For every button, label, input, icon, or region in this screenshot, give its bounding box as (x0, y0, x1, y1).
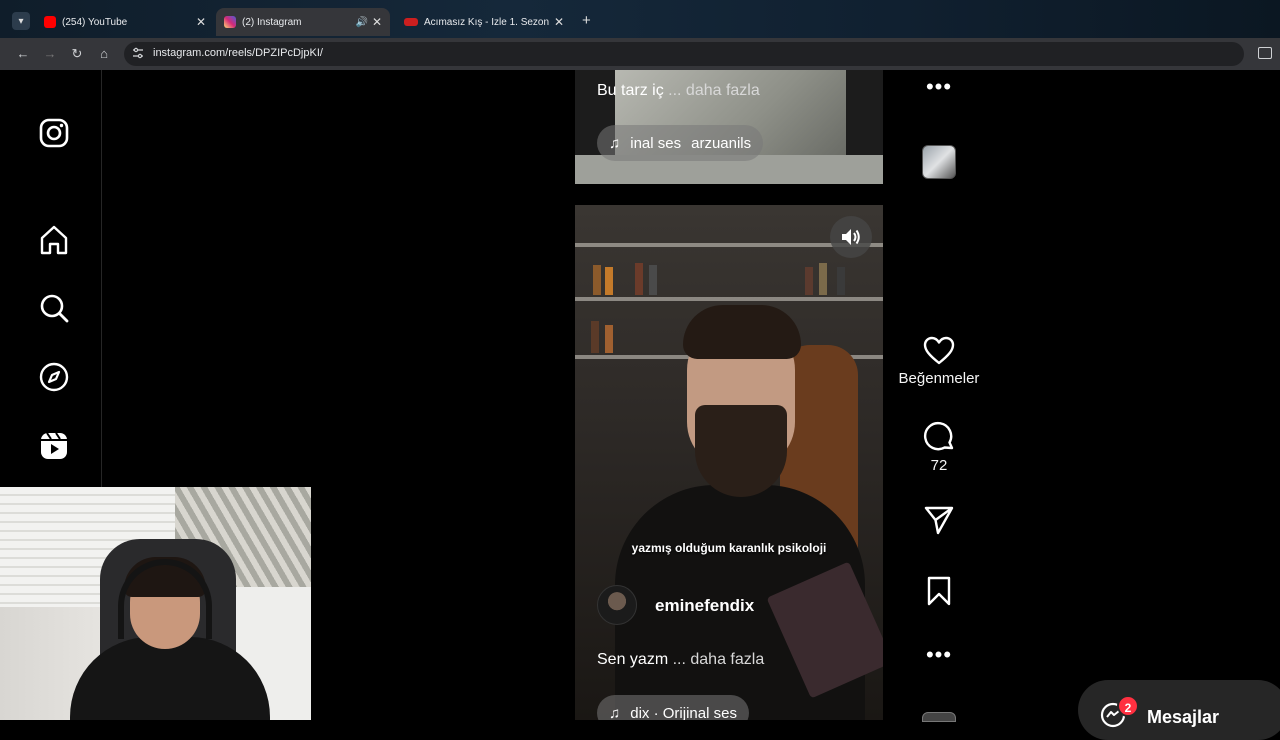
cast-icon[interactable] (1258, 47, 1272, 59)
tab-youtube[interactable]: (254) YouTube ✕ (36, 8, 214, 36)
comment-icon (923, 421, 954, 451)
home-icon[interactable] (38, 224, 70, 256)
tab-title: (254) YouTube (62, 16, 128, 28)
reel-video[interactable] (575, 205, 883, 720)
close-icon[interactable]: ✕ (372, 15, 382, 29)
back-icon[interactable]: ← (15, 46, 31, 61)
search-icon[interactable] (38, 292, 70, 324)
webcam-overlay (0, 487, 311, 720)
audio-pill[interactable]: ♫ inal ses arzuanils (597, 125, 764, 161)
address-bar[interactable]: instagram.com/reels/DPZIPcDjpKI/ (124, 42, 1244, 66)
reel-caption[interactable]: Sen yazm ... daha fazla (597, 651, 764, 669)
tv-icon (404, 18, 418, 26)
explore-icon[interactable] (38, 361, 70, 393)
messages-label: Mesajlar (1147, 707, 1220, 727)
reload-icon[interactable]: ↻ (69, 46, 85, 62)
heart-icon (923, 336, 955, 365)
tab-title: Acımasız Kış - İzle 1. Sezon 2. B (424, 16, 552, 28)
audio-pill[interactable]: ♫ dix · Orijinal ses (597, 695, 749, 720)
close-icon[interactable]: ✕ (196, 15, 206, 29)
browser-tab-bar: ▾ (254) YouTube ✕ (2) Instagram 🔊 ✕ Acım… (0, 0, 1280, 38)
like-label: Beğenmeler (898, 370, 980, 387)
comment-count: 72 (930, 457, 948, 474)
person-beard (695, 405, 787, 497)
send-icon (924, 506, 954, 535)
more-link[interactable]: ... daha fazla (668, 82, 760, 99)
reels-icon[interactable] (38, 430, 70, 462)
reel-caption[interactable]: Bu tarz iç ... daha fazla (597, 82, 760, 100)
forward-icon[interactable]: → (42, 46, 58, 61)
audio-artist: arzuanils (691, 134, 752, 152)
reel-card-current[interactable]: yazmış olduğum karanlık psikoloji eminef… (575, 205, 883, 720)
more-link[interactable]: ... daha fazla (673, 651, 765, 668)
messages-button[interactable]: 2 Mesajlar (1078, 680, 1280, 740)
url-text: instagram.com/reels/DPZIPcDjpKI/ (153, 47, 323, 59)
video-subtitle: yazmış olduğum karanlık psikoloji (631, 541, 827, 555)
close-icon[interactable]: ✕ (554, 15, 564, 29)
audio-title: dix · Orijinal ses (630, 704, 737, 721)
audio-avatar[interactable] (922, 712, 956, 722)
speaker-icon[interactable]: 🔊 (356, 17, 368, 28)
sound-toggle-button[interactable] (830, 216, 872, 258)
bookmark-icon (927, 576, 951, 606)
instagram-logo-icon[interactable] (38, 117, 70, 149)
avatar[interactable] (597, 585, 637, 625)
tab-title: (2) Instagram (242, 16, 302, 28)
site-settings-icon[interactable] (132, 47, 144, 59)
browser-toolbar: ← → ↻ ⌂ instagram.com/reels/DPZIPcDjpKI/ (0, 38, 1280, 70)
music-note-icon: ♫ (609, 704, 621, 721)
like-button[interactable]: Beğenmeler (898, 336, 980, 387)
new-tab-button[interactable]: + (582, 12, 591, 29)
instagram-icon (224, 16, 236, 28)
audio-avatar[interactable] (922, 145, 956, 179)
person-hair (683, 305, 801, 359)
more-options-icon[interactable]: ••• (898, 644, 980, 666)
reel-username[interactable]: eminefendix (655, 596, 754, 616)
audio-title: inal ses (630, 134, 682, 152)
speaker-icon (842, 229, 860, 245)
message-count-badge: 2 (1117, 695, 1139, 717)
comment-button[interactable]: 72 (898, 421, 980, 474)
youtube-icon (44, 16, 56, 28)
share-button[interactable] (898, 505, 980, 535)
music-note-icon: ♫ (609, 134, 621, 152)
tab-search-button[interactable]: ▾ (12, 12, 30, 30)
tab-acimasiz-kis[interactable]: Acımasız Kış - İzle 1. Sezon 2. B ✕ (396, 8, 572, 36)
tab-instagram[interactable]: (2) Instagram 🔊 ✕ (216, 8, 390, 36)
save-button[interactable] (898, 576, 980, 606)
reel-card-previous[interactable]: Bu tarz iç ... daha fazla ♫ inal ses arz… (575, 70, 883, 184)
home-browser-icon[interactable]: ⌂ (96, 46, 112, 61)
more-options-icon[interactable]: ••• (898, 76, 980, 98)
